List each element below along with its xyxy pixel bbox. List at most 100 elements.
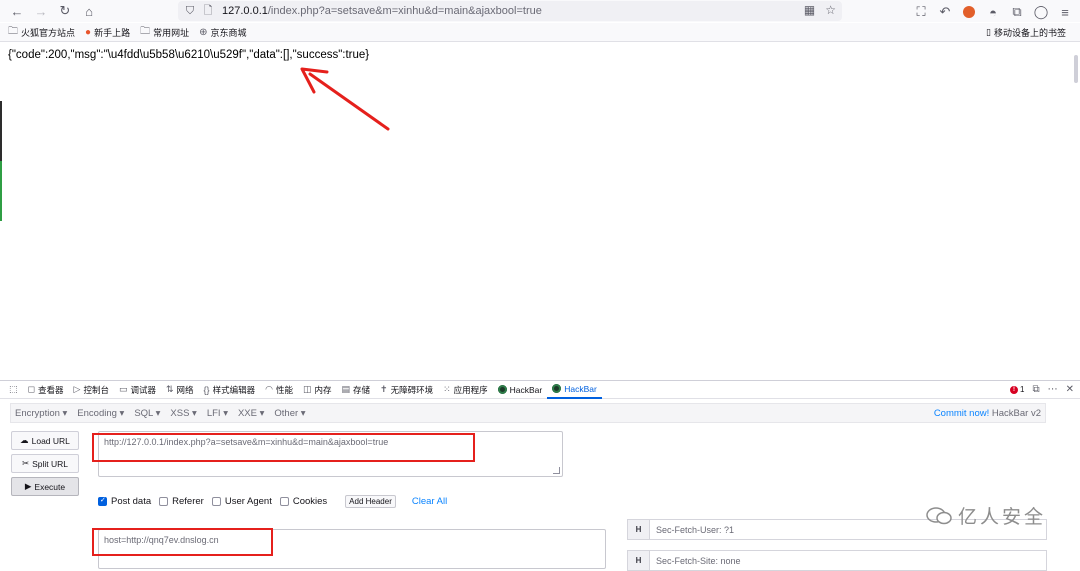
header-toggle[interactable]: H bbox=[627, 519, 649, 540]
page-scrollbar[interactable] bbox=[1070, 43, 1080, 380]
back-icon[interactable]: ← bbox=[6, 0, 28, 22]
url-textarea[interactable]: http://127.0.0.1/index.php?a=setsave&m=x… bbox=[98, 431, 563, 477]
checkbox-icon bbox=[212, 497, 221, 506]
account-icon[interactable]: ◯ bbox=[1032, 1, 1050, 23]
devtools-panel: ⬚ ◻查看器 ▷控制台 ▭调试器 ⇅网络 {}样式编辑器 ◠性能 ◫内存 ▤存储… bbox=[0, 380, 1080, 561]
option-label: Referer bbox=[172, 496, 204, 507]
bookmark-label: 火狐官方站点 bbox=[21, 26, 75, 39]
devtools-controls: !1 ⧉ ⋯ ✕ bbox=[1010, 384, 1074, 395]
page-info-icon[interactable]: 🗋 bbox=[200, 2, 216, 21]
star-icon[interactable]: ☆ bbox=[825, 3, 836, 17]
clear-all-link[interactable]: Clear All bbox=[412, 496, 447, 507]
post-value: host=http://qnq7ev.dnslog.cn bbox=[104, 535, 219, 545]
globe-icon: ⊕ bbox=[199, 27, 207, 38]
pick-element-icon[interactable]: ⬚ bbox=[4, 381, 23, 399]
menu-xss[interactable]: XSS ▾ bbox=[165, 408, 201, 419]
menu-encryption[interactable]: Encryption ▾ bbox=[11, 408, 72, 419]
folder-icon: 🗀 bbox=[8, 24, 18, 41]
tab-storage[interactable]: ▤存储 bbox=[336, 381, 375, 399]
bookmark-label: 京东商城 bbox=[210, 26, 246, 39]
referer-checkbox[interactable]: Referer bbox=[159, 496, 204, 507]
bookmarks-bar: 🗀火狐官方站点 ●新手上路 🗀常用网址 ⊕京东商城 ▯移动设备上的书签 bbox=[0, 23, 1080, 42]
extension-red-icon[interactable] bbox=[960, 1, 978, 23]
commit-link[interactable]: Commit now! bbox=[934, 408, 989, 419]
scroll-thumb[interactable] bbox=[1074, 55, 1078, 83]
inspector-icon: ◻ bbox=[28, 384, 35, 395]
bookmark-item[interactable]: ⊕京东商城 bbox=[199, 26, 246, 39]
json-response: {"code":200,"msg":"\u4fdd\u5b58\u6210\u5… bbox=[8, 49, 369, 61]
menu-lfi[interactable]: LFI ▾ bbox=[202, 408, 233, 419]
mobile-icon: ▯ bbox=[986, 27, 991, 38]
extensions-icon[interactable]: ⧉ bbox=[1008, 1, 1026, 23]
url-text[interactable]: 127.0.0.1/index.php?a=setsave&m=xinhu&d=… bbox=[222, 5, 542, 17]
undo-icon[interactable]: ↶ bbox=[936, 1, 954, 23]
bookmark-item[interactable]: 🗀常用网址 bbox=[140, 24, 189, 41]
commit-banner: Commit now! HackBar v2 bbox=[934, 408, 1041, 419]
tab-hackbar[interactable]: HackBar bbox=[493, 381, 548, 399]
tab-memory[interactable]: ◫内存 bbox=[298, 381, 337, 399]
toolbar-extensions: ⛶ ↶ ◓ ⧉ ◯ ≡ bbox=[912, 1, 1074, 23]
bookmark-label: 常用网址 bbox=[153, 26, 189, 39]
tab-debugger[interactable]: ▭调试器 bbox=[114, 381, 161, 399]
tab-console[interactable]: ▷控制台 bbox=[69, 381, 114, 399]
tab-label: 应用程序 bbox=[454, 384, 488, 396]
page-viewport: {"code":200,"msg":"\u4fdd\u5b58\u6210\u5… bbox=[0, 43, 1080, 380]
menu-xxe[interactable]: XXE ▾ bbox=[233, 408, 269, 419]
url-path: /index.php?a=setsave&m=xinhu&d=main&ajax… bbox=[268, 5, 542, 17]
tab-hackbar-active[interactable]: HackBar bbox=[547, 381, 602, 399]
cloud-download-icon: ☁ bbox=[20, 435, 29, 446]
user-agent-checkbox[interactable]: User Agent bbox=[212, 496, 272, 507]
tab-performance[interactable]: ◠性能 bbox=[260, 381, 298, 399]
forward-icon[interactable]: → bbox=[30, 0, 52, 22]
reload-icon[interactable]: ↻ bbox=[54, 0, 76, 22]
load-url-button[interactable]: ☁Load URL bbox=[11, 431, 79, 450]
home-icon[interactable]: ⌂ bbox=[78, 0, 100, 22]
close-icon[interactable]: ✕ bbox=[1066, 384, 1074, 395]
hackbar-version: HackBar v2 bbox=[992, 408, 1041, 419]
folder-icon: 🗀 bbox=[140, 24, 150, 41]
tab-label: 调试器 bbox=[130, 384, 156, 396]
tab-label: 网络 bbox=[177, 384, 194, 396]
edge-mark bbox=[0, 161, 2, 221]
tab-style-editor[interactable]: {}样式编辑器 bbox=[199, 381, 261, 399]
menu-sql[interactable]: SQL ▾ bbox=[129, 408, 165, 419]
mobile-bookmarks[interactable]: ▯移动设备上的书签 bbox=[986, 26, 1066, 39]
cookies-checkbox[interactable]: Cookies bbox=[280, 496, 327, 507]
add-header-button[interactable]: Add Header bbox=[345, 495, 396, 508]
tab-label: 存储 bbox=[353, 384, 370, 396]
error-badge[interactable]: !1 bbox=[1010, 385, 1024, 394]
menu-other[interactable]: Other ▾ bbox=[269, 408, 310, 419]
shield-icon[interactable]: ⛉ bbox=[182, 5, 198, 18]
bookmark-item[interactable]: ●新手上路 bbox=[85, 26, 130, 39]
style-editor-icon: {} bbox=[204, 385, 210, 395]
post-data-textarea[interactable]: host=http://qnq7ev.dnslog.cn bbox=[98, 529, 606, 569]
crop-icon[interactable]: ⛶ bbox=[912, 1, 930, 23]
url-value: http://127.0.0.1/index.php?a=setsave&m=x… bbox=[104, 437, 388, 447]
more-options-icon[interactable]: ⋯ bbox=[1048, 384, 1058, 395]
dock-icon[interactable]: ⧉ bbox=[1032, 384, 1039, 395]
hackbar-icon bbox=[552, 384, 561, 393]
tab-application[interactable]: ⁙应用程序 bbox=[438, 381, 493, 399]
url-host: 127.0.0.1 bbox=[222, 5, 268, 17]
performance-icon: ◠ bbox=[265, 384, 273, 395]
resize-grip-icon[interactable] bbox=[553, 467, 560, 474]
tab-inspector[interactable]: ◻查看器 bbox=[23, 381, 69, 399]
bookmark-item[interactable]: 🗀火狐官方站点 bbox=[8, 24, 75, 41]
execute-button[interactable]: ▶Execute bbox=[11, 477, 79, 496]
bookmark-label: 新手上路 bbox=[94, 26, 130, 39]
menu-encoding[interactable]: Encoding ▾ bbox=[72, 408, 129, 419]
header-input[interactable]: Sec-Fetch-User: ?1 bbox=[649, 519, 1047, 540]
checkbox-checked-icon bbox=[98, 497, 107, 506]
tab-label: HackBar bbox=[564, 384, 597, 394]
address-bar[interactable]: ⛉ 🗋 127.0.0.1/index.php?a=setsave&m=xinh… bbox=[178, 1, 842, 21]
urlbar-actions: ▦ ☆ bbox=[804, 3, 836, 17]
play-icon: ▶ bbox=[25, 481, 32, 492]
tab-accessibility[interactable]: ✝无障碍环境 bbox=[375, 381, 438, 399]
menu-icon[interactable]: ≡ bbox=[1056, 1, 1074, 23]
hat-icon[interactable]: ◓ bbox=[984, 1, 1002, 23]
post-data-checkbox[interactable]: Post data bbox=[98, 496, 151, 507]
qr-icon[interactable]: ▦ bbox=[804, 3, 815, 17]
checkbox-icon bbox=[280, 497, 289, 506]
tab-network[interactable]: ⇅网络 bbox=[161, 381, 199, 399]
split-url-button[interactable]: ✂Split URL bbox=[11, 454, 79, 473]
